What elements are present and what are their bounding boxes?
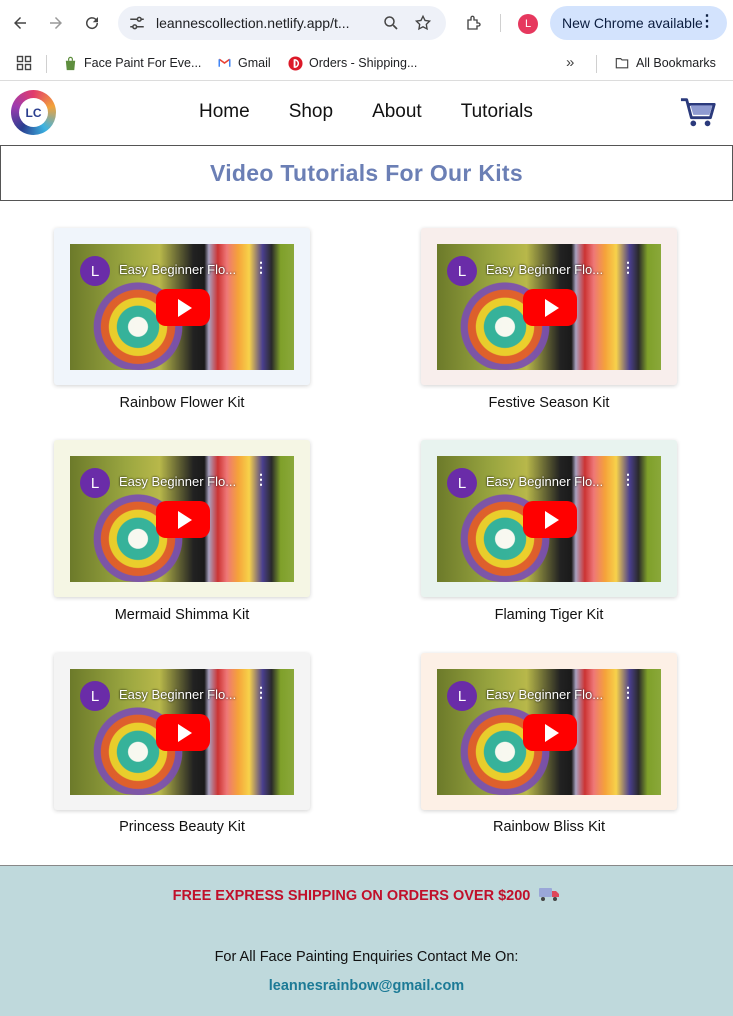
video-title[interactable]: Easy Beginner Flo... — [119, 262, 236, 277]
site-footer: FREE EXPRESS SHIPPING ON ORDERS OVER $20… — [0, 865, 733, 1016]
reload-icon — [86, 17, 99, 30]
update-chrome-label: New Chrome available — [562, 15, 703, 31]
video-card: L Easy Beginner Flo... ⋮ — [421, 653, 677, 810]
folder-icon — [614, 55, 630, 71]
video-title[interactable]: Easy Beginner Flo... — [486, 474, 603, 489]
video-card: L Easy Beginner Flo... ⋮ — [54, 440, 310, 597]
gmail-icon — [216, 55, 232, 71]
bookmark-label: Gmail — [238, 56, 271, 70]
back-button[interactable] — [8, 11, 32, 35]
nav-tutorials[interactable]: Tutorials — [461, 101, 533, 123]
video-player[interactable]: L Easy Beginner Flo... ⋮ — [437, 456, 661, 582]
kit-label: Princess Beauty Kit — [119, 819, 245, 835]
all-bookmarks-label: All Bookmarks — [636, 56, 716, 70]
channel-avatar[interactable]: L — [447, 468, 477, 498]
shipping-text: FREE EXPRESS SHIPPING ON ORDERS OVER $20… — [172, 888, 531, 904]
all-bookmarks-folder[interactable]: All Bookmarks — [614, 55, 716, 71]
bookmark-face-paint[interactable]: Face Paint For Eve... — [62, 55, 201, 71]
play-button-icon[interactable] — [156, 501, 210, 538]
bookmark-label: Orders - Shipping... — [309, 56, 418, 70]
video-player[interactable]: L Easy Beginner Flo... ⋮ — [437, 244, 661, 370]
site-header: LC Home Shop About Tutorials — [0, 81, 733, 146]
profile-avatar[interactable]: L — [518, 14, 538, 34]
bookmarks-divider — [46, 55, 47, 73]
contact-email-link[interactable]: leannesrainbow@gmail.com — [0, 978, 733, 994]
video-title[interactable]: Easy Beginner Flo... — [486, 687, 603, 702]
channel-avatar[interactable]: L — [80, 681, 110, 711]
site-logo[interactable]: LC — [11, 90, 56, 135]
video-card: L Easy Beginner Flo... ⋮ — [54, 228, 310, 385]
page-title: Video Tutorials For Our Kits — [210, 159, 523, 186]
video-player[interactable]: L Easy Beginner Flo... ⋮ — [70, 669, 294, 795]
forward-button[interactable] — [44, 11, 68, 35]
kit-label: Festive Season Kit — [488, 395, 610, 411]
kit-label: Rainbow Flower Kit — [119, 395, 245, 411]
update-chrome-button[interactable]: New Chrome available ⋮ — [550, 6, 727, 40]
video-menu-dots-icon[interactable]: ⋮ — [621, 685, 635, 699]
video-title[interactable]: Easy Beginner Flo... — [119, 687, 236, 702]
auspost-icon — [287, 55, 303, 71]
nav-home[interactable]: Home — [199, 101, 250, 123]
video-title[interactable]: Easy Beginner Flo... — [119, 474, 236, 489]
shipping-banner: FREE EXPRESS SHIPPING ON ORDERS OVER $20… — [0, 886, 733, 904]
apps-grid-icon[interactable] — [16, 55, 32, 71]
kit-label: Rainbow Bliss Kit — [492, 819, 605, 835]
enquiries-text: For All Face Painting Enquiries Contact … — [214, 949, 519, 965]
video-menu-dots-icon[interactable]: ⋮ — [254, 260, 268, 274]
bookmark-star-icon[interactable] — [414, 14, 432, 32]
video-player[interactable]: L Easy Beginner Flo... ⋮ — [437, 669, 661, 795]
kit-label: Flaming Tiger Kit — [494, 607, 604, 623]
channel-avatar[interactable]: L — [80, 256, 110, 286]
nav-about[interactable]: About — [372, 101, 422, 123]
channel-avatar[interactable]: L — [80, 468, 110, 498]
kit-label: Mermaid Shimma Kit — [114, 607, 250, 623]
toolbar-divider — [500, 14, 501, 32]
play-button-icon[interactable] — [156, 289, 210, 326]
play-button-icon[interactable] — [156, 714, 210, 751]
bookmark-gmail[interactable]: Gmail — [216, 55, 271, 71]
delivery-truck-icon — [539, 888, 560, 901]
bookmark-label: Face Paint For Eve... — [84, 56, 202, 70]
forward-arrow-icon — [50, 17, 62, 29]
more-bookmarks-chevron-icon[interactable]: » — [566, 54, 574, 71]
browser-toolbar: leannescollection.netlify.app/t... L New… — [0, 0, 733, 46]
video-card: L Easy Beginner Flo... ⋮ — [54, 653, 310, 810]
bookmarks-divider — [596, 55, 597, 73]
channel-avatar[interactable]: L — [447, 681, 477, 711]
bookmark-orders-shipping[interactable]: Orders - Shipping... — [287, 55, 417, 71]
video-card: L Easy Beginner Flo... ⋮ — [421, 228, 677, 385]
play-button-icon[interactable] — [523, 714, 577, 751]
site-settings-icon[interactable] — [128, 14, 146, 32]
video-title[interactable]: Easy Beginner Flo... — [486, 262, 603, 277]
shopify-bag-icon — [62, 55, 78, 71]
main-nav: Home Shop About Tutorials — [199, 101, 572, 123]
nav-shop[interactable]: Shop — [289, 101, 333, 123]
video-player[interactable]: L Easy Beginner Flo... ⋮ — [70, 244, 294, 370]
video-menu-dots-icon[interactable]: ⋮ — [254, 685, 268, 699]
video-menu-dots-icon[interactable]: ⋮ — [621, 260, 635, 274]
video-menu-dots-icon[interactable]: ⋮ — [254, 472, 268, 486]
shopping-cart-icon[interactable] — [680, 95, 718, 129]
video-player[interactable]: L Easy Beginner Flo... ⋮ — [70, 456, 294, 582]
bookmarks-bar: Face Paint For Eve... Gmail Orders - Shi… — [0, 46, 733, 81]
reload-button[interactable] — [80, 11, 104, 35]
video-card: L Easy Beginner Flo... ⋮ — [421, 440, 677, 597]
play-button-icon[interactable] — [523, 289, 577, 326]
zoom-icon[interactable] — [382, 14, 400, 32]
play-button-icon[interactable] — [523, 501, 577, 538]
video-grid: L Easy Beginner Flo... ⋮ Rainbow Flower … — [0, 201, 733, 863]
channel-avatar[interactable]: L — [447, 256, 477, 286]
video-menu-dots-icon[interactable]: ⋮ — [621, 472, 635, 486]
menu-dots-icon[interactable]: ⋮ — [699, 14, 715, 30]
page-title-bar: Video Tutorials For Our Kits — [0, 146, 733, 201]
logo-text: LC — [19, 98, 48, 127]
extensions-icon[interactable] — [465, 14, 483, 32]
back-arrow-icon — [14, 17, 26, 29]
url-text[interactable]: leannescollection.netlify.app/t... — [156, 15, 372, 31]
address-bar[interactable]: leannescollection.netlify.app/t... — [118, 6, 446, 40]
